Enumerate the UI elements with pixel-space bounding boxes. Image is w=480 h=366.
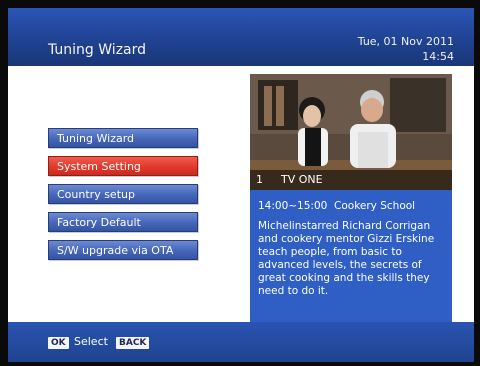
channel-banner: 1 TV ONE (250, 170, 452, 190)
channel-number: 1 (256, 173, 263, 186)
menu-item-tuning-wizard[interactable]: Tuning Wizard (48, 128, 198, 148)
page-title: Tuning Wizard (48, 42, 147, 58)
channel-name: TV ONE (281, 173, 323, 186)
program-title: Cookery School (334, 200, 416, 212)
select-hint-label: Select (74, 335, 108, 348)
date-label: Tue, 01 Nov 2011 (357, 35, 454, 48)
menu-item-sw-upgrade-ota[interactable]: S/W upgrade via OTA (48, 240, 198, 260)
footer-bar: OK Select BACK (8, 322, 474, 362)
content-area: Tuning Wizard System Setting Country set… (8, 66, 474, 322)
menu-item-system-setting[interactable]: System Setting (48, 156, 198, 176)
program-info-panel: 14:00~15:00 Cookery School Michelinstarr… (250, 190, 452, 322)
video-preview: 1 TV ONE (250, 74, 452, 190)
program-time-title: 14:00~15:00 Cookery School (258, 200, 415, 213)
menu-item-country-setup[interactable]: Country setup (48, 184, 198, 204)
back-key-icon: BACK (116, 337, 150, 349)
tuning-wizard-screen: Tuning Wizard Tue, 01 Nov 2011 14:54 Tun… (8, 8, 474, 362)
menu-item-factory-default[interactable]: Factory Default (48, 212, 198, 232)
ok-key-icon: OK (48, 337, 69, 349)
settings-menu: Tuning Wizard System Setting Country set… (48, 128, 202, 268)
time-label: 14:54 (422, 50, 454, 63)
program-time: 14:00~15:00 (258, 200, 328, 212)
program-description: Michelinstarred Richard Corrigan and coo… (258, 220, 435, 297)
datetime: Tue, 01 Nov 2011 14:54 (358, 34, 454, 64)
tv-screen: Tuning Wizard Tue, 01 Nov 2011 14:54 Tun… (0, 0, 480, 366)
header-bar: Tuning Wizard Tue, 01 Nov 2011 14:54 (8, 8, 474, 66)
